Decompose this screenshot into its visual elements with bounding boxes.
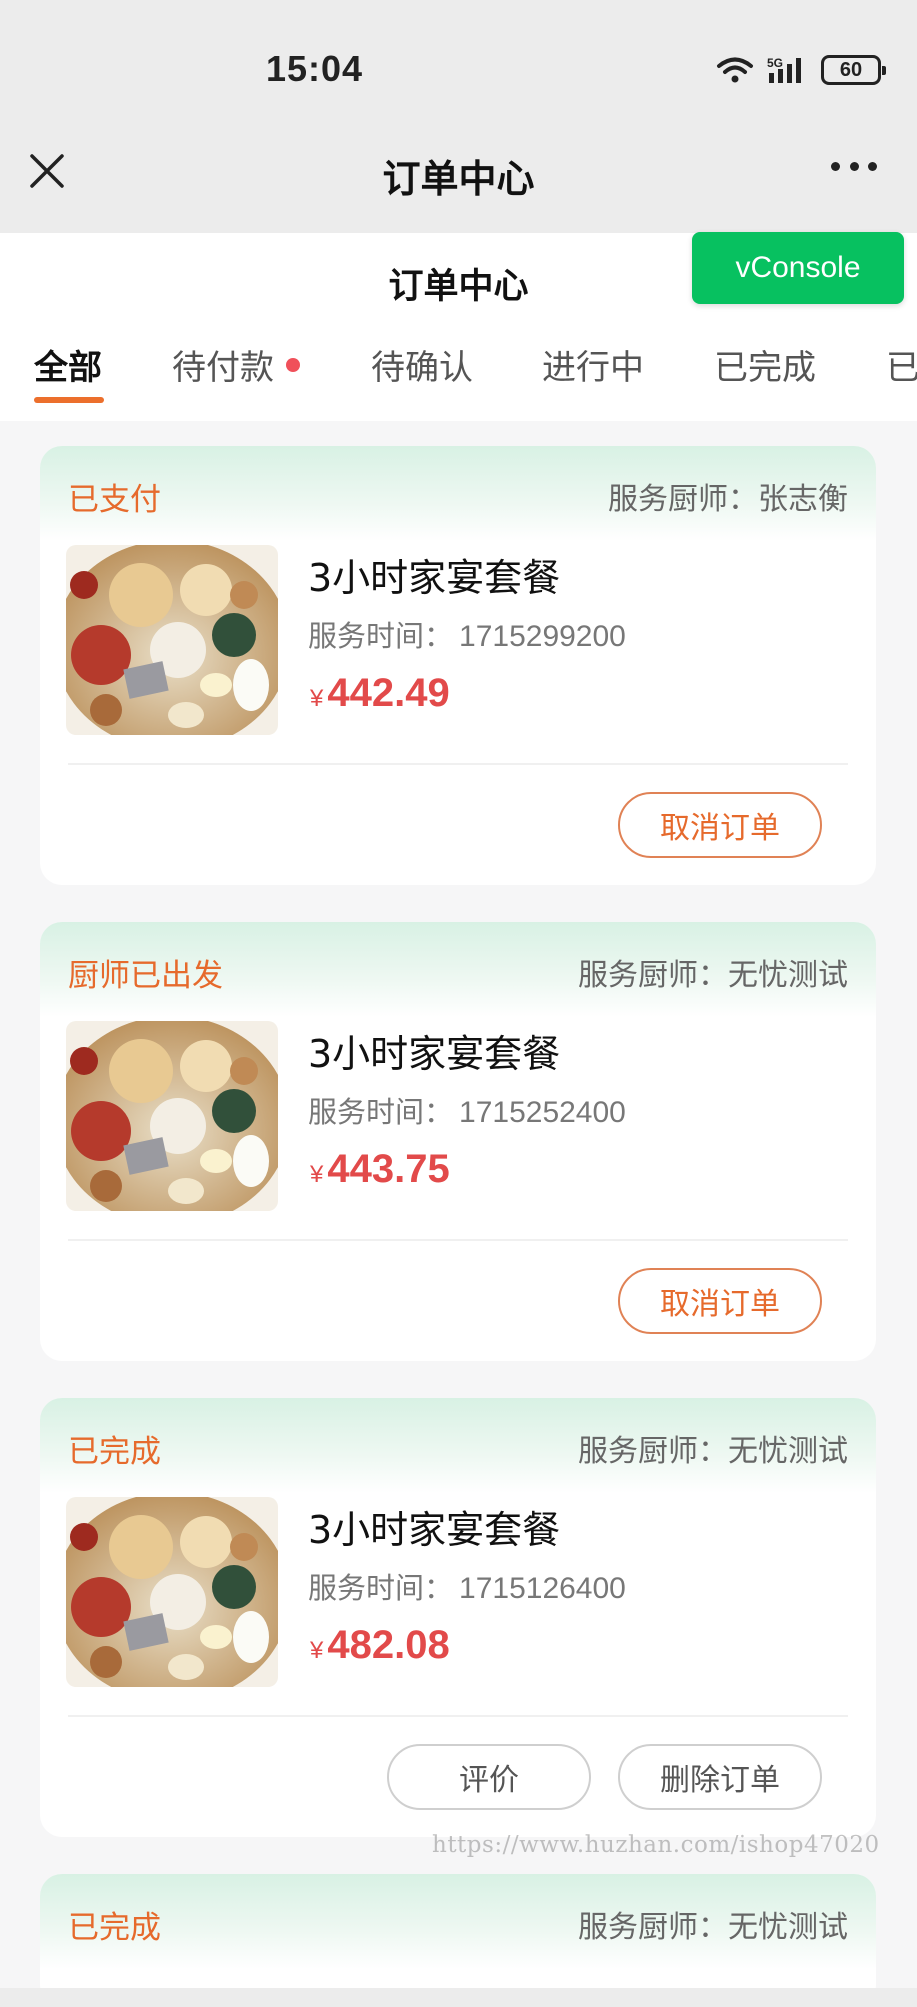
currency-symbol: ¥	[310, 1161, 324, 1188]
nav-title: 订单中心	[382, 157, 535, 201]
service-time: 服务时间： 1715126400	[308, 1565, 626, 1607]
product-name: 3小时家宴套餐	[308, 1032, 561, 1076]
order-status: 厨师已出发	[68, 958, 223, 994]
chef-label: 服务厨师：	[608, 482, 758, 517]
order-price: ¥443.75	[310, 1147, 450, 1192]
order-card-header: 已支付 服务厨师：张志衡	[40, 446, 876, 541]
cancel-order-button[interactable]: 取消订单	[618, 1268, 822, 1334]
service-time: 服务时间： 1715299200	[308, 613, 626, 655]
more-dots-icon[interactable]	[831, 162, 877, 176]
delete-order-button[interactable]: 删除订单	[618, 1744, 822, 1810]
chef-name: 无忧测试	[728, 958, 848, 993]
order-card-header: 已完成 服务厨师：无忧测试	[40, 1874, 876, 1969]
bottom-edge	[0, 1988, 917, 2007]
service-time-label: 服务时间：	[308, 619, 454, 653]
product-name: 3小时家宴套餐	[308, 556, 561, 600]
service-time-label: 服务时间：	[308, 1095, 454, 1129]
product-thumbnail	[66, 1021, 278, 1211]
order-card-footer: 取消订单	[40, 763, 876, 884]
tab-in-progress[interactable]: 进行中	[542, 340, 644, 389]
price-value: 442.49	[327, 671, 450, 715]
chef-info: 服务厨师：无忧测试	[578, 1426, 848, 1470]
wifi-icon	[717, 57, 753, 83]
tab-pending-payment[interactable]: 待付款	[172, 340, 274, 389]
product-thumbnail	[66, 545, 278, 735]
order-card-body[interactable]: 3小时家宴套餐 服务时间： 1715126400 ¥482.08	[40, 1493, 876, 1717]
battery-level: 60	[839, 58, 863, 81]
order-status: 已支付	[68, 482, 161, 518]
vconsole-button[interactable]: vConsole	[692, 232, 904, 304]
status-icons: 5G 60	[715, 52, 886, 88]
order-card: 已完成 服务厨师：无忧测试 3小时家宴套餐 服务时间： 1715126400 ¥4…	[40, 1398, 876, 1837]
order-card: 已支付 服务厨师：张志衡 3小时家宴套餐 服务时间： 1715299200 ¥44…	[40, 446, 876, 885]
tab-completed[interactable]: 已完成	[714, 340, 816, 389]
order-card-footer: 取消订单	[40, 1239, 876, 1360]
chef-label: 服务厨师：	[578, 958, 728, 993]
active-tab-indicator	[34, 397, 104, 403]
chef-info: 服务厨师：无忧测试	[578, 950, 848, 994]
order-tabs: 全部 待付款 待确认 进行中 已完成 已	[0, 340, 917, 410]
order-card-header: 已完成 服务厨师：无忧测试	[40, 1398, 876, 1493]
price-value: 443.75	[327, 1147, 450, 1191]
order-card-header: 厨师已出发 服务厨师：无忧测试	[40, 922, 876, 1017]
order-price: ¥442.49	[310, 671, 450, 716]
order-price: ¥482.08	[310, 1623, 450, 1668]
tab-all[interactable]: 全部	[34, 340, 102, 389]
network-label: 5G	[767, 56, 783, 70]
chef-info: 服务厨师：无忧测试	[578, 1902, 848, 1946]
currency-symbol: ¥	[310, 1637, 324, 1664]
order-card-body[interactable]: 3小时家宴套餐 服务时间： 1715252400 ¥443.75	[40, 1017, 876, 1241]
chef-name: 张志衡	[758, 482, 848, 517]
order-card: 厨师已出发 服务厨师：无忧测试 3小时家宴套餐 服务时间： 1715252400 …	[40, 922, 876, 1361]
signal-5g-icon: 5G	[767, 56, 801, 83]
cancel-order-button[interactable]: 取消订单	[618, 792, 822, 858]
watermark: https://www.huzhan.com/ishop47020	[432, 1832, 880, 1858]
chef-name: 无忧测试	[728, 1910, 848, 1945]
chef-info: 服务厨师：张志衡	[608, 474, 848, 518]
service-time-value: 1715252400	[459, 1096, 626, 1129]
service-time-label: 服务时间：	[308, 1571, 454, 1605]
order-status: 已完成	[68, 1910, 161, 1946]
tab-pending-confirm[interactable]: 待确认	[371, 340, 473, 389]
order-card-footer: 评价 删除订单	[40, 1715, 876, 1836]
tab-overflow[interactable]: 已	[886, 340, 917, 389]
service-time-value: 1715299200	[459, 620, 626, 653]
service-time-value: 1715126400	[459, 1572, 626, 1605]
battery-icon: 60	[821, 55, 886, 85]
price-value: 482.08	[327, 1623, 450, 1667]
service-time: 服务时间： 1715252400	[308, 1089, 626, 1131]
order-status: 已完成	[68, 1434, 161, 1470]
product-thumbnail	[66, 1497, 278, 1687]
review-button[interactable]: 评价	[387, 1744, 591, 1810]
unread-badge	[286, 358, 300, 372]
status-time: 15:04	[266, 48, 364, 89]
chef-label: 服务厨师：	[578, 1910, 728, 1945]
currency-symbol: ¥	[310, 685, 324, 712]
chef-label: 服务厨师：	[578, 1434, 728, 1469]
chef-name: 无忧测试	[728, 1434, 848, 1469]
product-name: 3小时家宴套餐	[308, 1508, 561, 1552]
order-card-body[interactable]: 3小时家宴套餐 服务时间： 1715299200 ¥442.49	[40, 541, 876, 765]
